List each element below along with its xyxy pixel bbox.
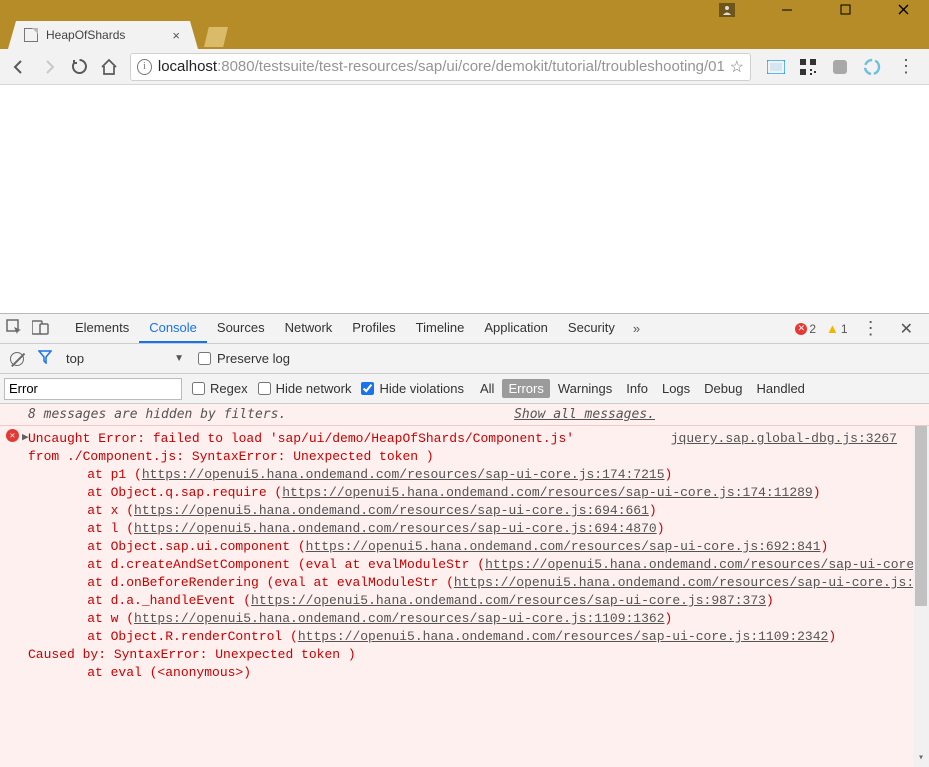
level-info[interactable]: Info (620, 379, 654, 398)
stack-source-link[interactable]: https://openui5.hana.ondemand.com/resour… (134, 611, 665, 626)
scroll-down-icon[interactable]: ▾ (913, 751, 929, 767)
level-all[interactable]: All (474, 379, 500, 398)
stack-source-link[interactable]: https://openui5.hana.ondemand.com/resour… (282, 485, 813, 500)
error-message-line2: from ./Component.js: SyntaxError: Unexpe… (28, 449, 434, 464)
device-toolbar-icon[interactable] (32, 320, 49, 338)
extension-qr-icon[interactable] (799, 58, 817, 76)
devtools-tab-timeline[interactable]: Timeline (406, 314, 475, 343)
regex-checkbox[interactable]: Regex (192, 381, 248, 396)
warning-count-badge[interactable]: ▲1 (826, 321, 848, 336)
hidden-messages-bar: 8 messages are hidden by filters. Show a… (0, 404, 929, 426)
stack-source-link[interactable]: https://openui5.hana.ondemand.com/resour… (142, 467, 665, 482)
address-bar[interactable]: i localhost:8080/testsuite/test-resource… (130, 53, 751, 81)
stack-source-link[interactable]: https://openui5.hana.ondemand.com/resour… (251, 593, 766, 608)
window-maximize-button[interactable] (825, 0, 865, 19)
window-titlebar (0, 0, 929, 19)
level-logs[interactable]: Logs (656, 379, 696, 398)
browser-tabstrip: HeapOfShards × (0, 19, 929, 49)
back-button[interactable] (10, 58, 28, 76)
error-source-link[interactable]: jquery.sap.global-dbg.js:3267 (671, 430, 905, 448)
expand-caret-icon[interactable]: ▶ (22, 429, 29, 447)
devtools-close-button[interactable]: ✕ (894, 319, 919, 339)
level-errors[interactable]: Errors (502, 379, 549, 398)
page-favicon (24, 28, 38, 42)
stack-source-link[interactable]: https://openui5.hana.ondemand.com/resour… (306, 539, 821, 554)
devtools-panel: ElementsConsoleSourcesNetworkProfilesTim… (0, 313, 929, 767)
console-error-entry[interactable]: ✕ ▶ jquery.sap.global-dbg.js:3267 Uncaug… (0, 426, 929, 686)
devtools-tab-network[interactable]: Network (275, 314, 343, 343)
browser-menu-button[interactable]: ⋮ (893, 56, 919, 77)
reload-button[interactable] (70, 58, 88, 76)
filter-input[interactable] (4, 378, 182, 400)
devtools-tab-application[interactable]: Application (474, 314, 558, 343)
level-handled[interactable]: Handled (750, 379, 810, 398)
devtools-tabbar: ElementsConsoleSourcesNetworkProfilesTim… (0, 314, 929, 344)
stack-frame: at Object.R.renderControl (https://openu… (56, 628, 905, 646)
devtools-menu-button[interactable]: ⋮ (858, 318, 884, 339)
bookmark-star-icon[interactable]: ☆ (730, 57, 744, 77)
level-warnings[interactable]: Warnings (552, 379, 618, 398)
context-selector[interactable]: top▼ (66, 351, 184, 366)
level-debug[interactable]: Debug (698, 379, 748, 398)
hide-violations-checkbox[interactable]: Hide violations (361, 381, 464, 396)
console-context-bar: top▼ Preserve log (0, 344, 929, 374)
stack-frame: at x (https://openui5.hana.ondemand.com/… (56, 502, 905, 520)
tab-close-icon[interactable]: × (172, 28, 180, 43)
stack-frame: at l (https://openui5.hana.ondemand.com/… (56, 520, 905, 538)
extension-3-icon[interactable] (831, 58, 849, 76)
window-minimize-button[interactable] (767, 0, 807, 19)
inspect-element-icon[interactable] (6, 319, 22, 338)
stack-source-link[interactable]: https://openui5.hana.ondemand.com/resour… (485, 557, 929, 572)
forward-button (40, 58, 58, 76)
console-output: ✕ ▶ jquery.sap.global-dbg.js:3267 Uncaug… (0, 426, 929, 767)
console-scrollbar[interactable]: ▴ ▾ (913, 426, 929, 767)
stack-source-link[interactable]: https://openui5.hana.ondemand.com/resour… (134, 503, 649, 518)
error-icon: ✕ (6, 429, 19, 442)
error-message-line1: Uncaught Error: failed to load 'sap/ui/d… (28, 431, 574, 446)
new-tab-button[interactable] (204, 27, 228, 47)
stack-frame: at d.createAndSetComponent (eval at eval… (56, 556, 905, 574)
stack-frame: at w (https://openui5.hana.ondemand.com/… (56, 610, 905, 628)
devtools-more-tabs[interactable]: » (627, 314, 646, 343)
tab-title: HeapOfShards (46, 28, 164, 42)
stack-trace: at p1 (https://openui5.hana.ondemand.com… (28, 466, 905, 646)
window-close-button[interactable] (883, 0, 923, 19)
hide-network-checkbox[interactable]: Hide network (258, 381, 352, 396)
error-count-badge[interactable]: ✕2 (795, 322, 816, 336)
devtools-tab-security[interactable]: Security (558, 314, 625, 343)
stack-frame: at Object.sap.ui.component (https://open… (56, 538, 905, 556)
show-all-messages-link[interactable]: Show all messages. (514, 407, 655, 422)
stack-source-link[interactable]: https://openui5.hana.ondemand.com/resour… (454, 575, 929, 590)
stack-frame: at d.onBeforeRendering (eval at evalModu… (56, 574, 905, 592)
console-filter-bar: Regex Hide network Hide violations AllEr… (0, 374, 929, 404)
extension-4-icon[interactable] (863, 58, 881, 76)
filter-funnel-icon[interactable] (38, 350, 52, 367)
account-icon[interactable] (719, 3, 735, 17)
devtools-tab-profiles[interactable]: Profiles (342, 314, 405, 343)
stack-source-link[interactable]: https://openui5.hana.ondemand.com/resour… (134, 521, 657, 536)
stack-frame: at eval (<anonymous>) (56, 665, 251, 680)
page-viewport (0, 85, 929, 313)
browser-toolbar: i localhost:8080/testsuite/test-resource… (0, 49, 929, 85)
preserve-log-checkbox[interactable]: Preserve log (198, 351, 290, 366)
home-button[interactable] (100, 58, 118, 76)
stack-frame: at p1 (https://openui5.hana.ondemand.com… (56, 466, 905, 484)
browser-tab[interactable]: HeapOfShards × (8, 21, 198, 49)
site-info-icon[interactable]: i (137, 59, 152, 75)
clear-console-icon[interactable] (10, 352, 24, 366)
stack-frame: at d.a._handleEvent (https://openui5.han… (56, 592, 905, 610)
devtools-tab-console[interactable]: Console (139, 314, 207, 343)
stack-frame: at Object.q.sap.require (https://openui5… (56, 484, 905, 502)
stack-source-link[interactable]: https://openui5.hana.ondemand.com/resour… (298, 629, 829, 644)
extension-icons (763, 58, 881, 76)
caused-by-line: Caused by: SyntaxError: Unexpected token… (28, 647, 356, 662)
hidden-messages-text: 8 messages are hidden by filters. (28, 407, 286, 422)
devtools-tab-sources[interactable]: Sources (207, 314, 275, 343)
devtools-tab-elements[interactable]: Elements (65, 314, 139, 343)
extension-1-icon[interactable] (767, 58, 785, 76)
url-text: localhost:8080/testsuite/test-resources/… (158, 58, 724, 75)
scroll-thumb[interactable] (915, 426, 927, 606)
